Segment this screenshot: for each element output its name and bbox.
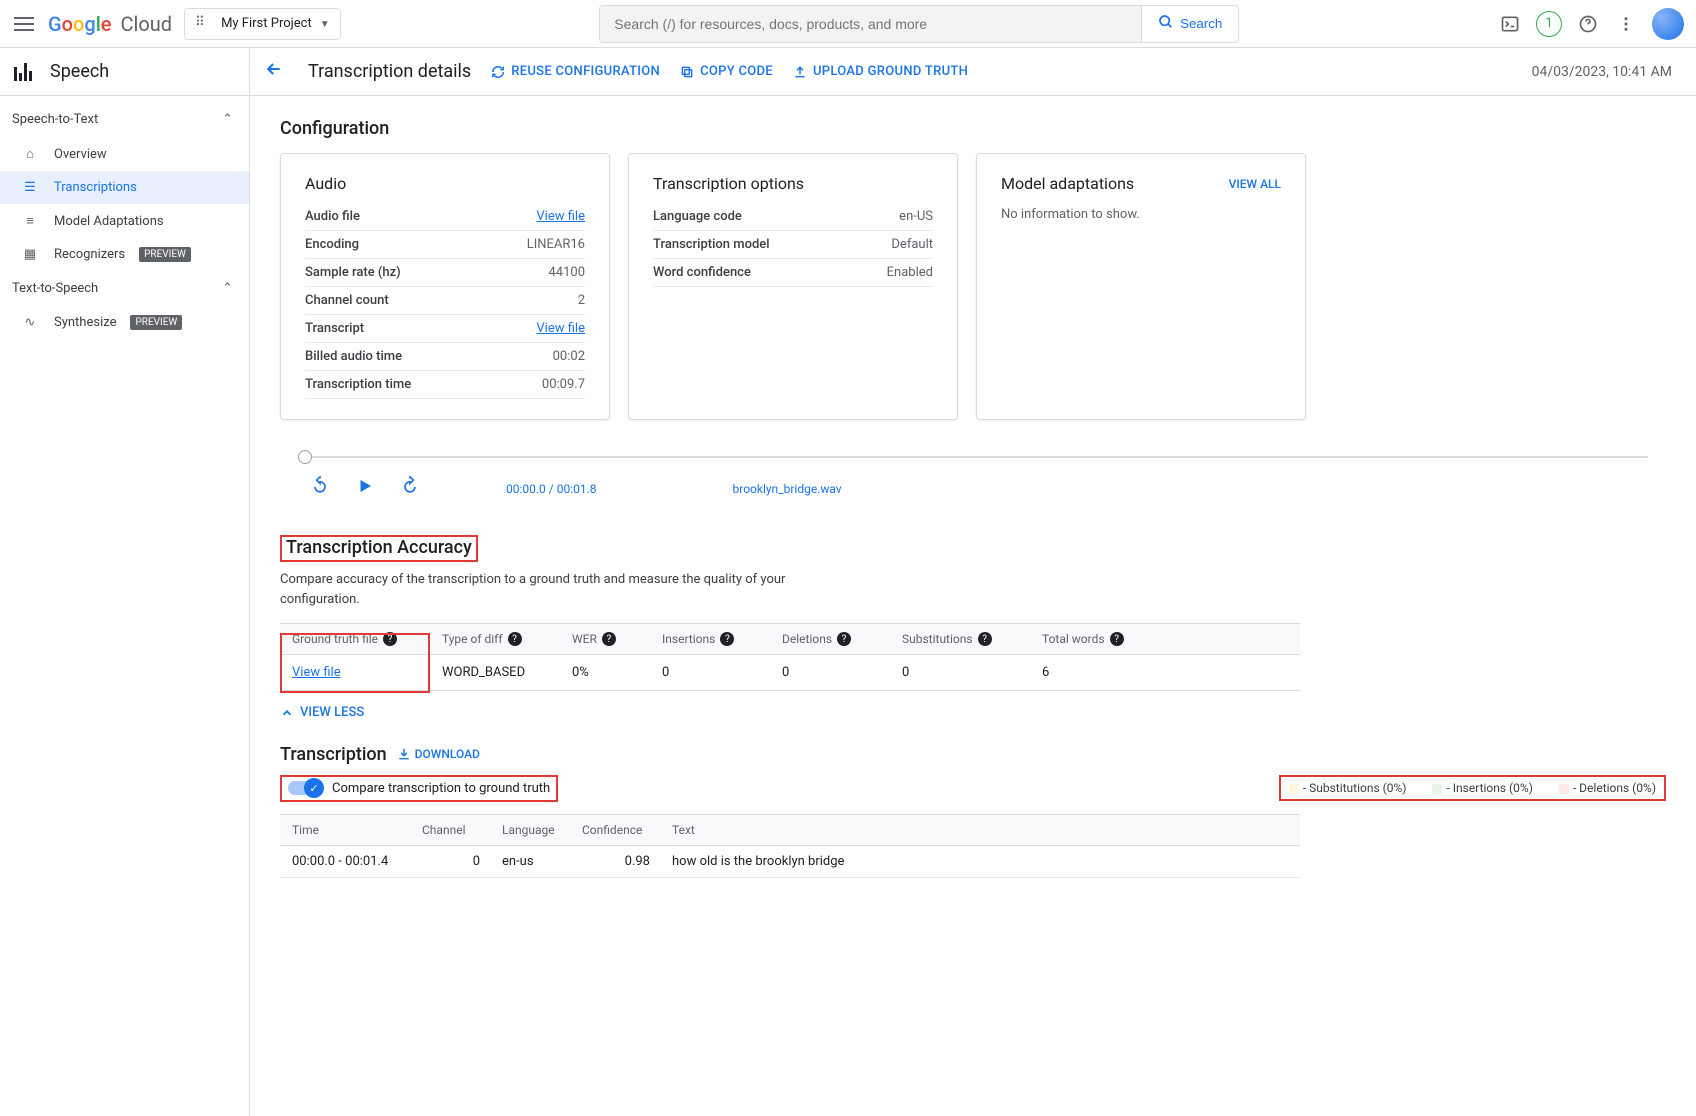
- total-words-value: 6: [1042, 665, 1152, 680]
- audio-filename: brooklyn_bridge.wav: [733, 482, 842, 496]
- home-icon: ⌂: [20, 146, 40, 162]
- search-input[interactable]: [600, 6, 1141, 42]
- product-title: Speech: [50, 61, 109, 82]
- upload-ground-truth-button[interactable]: UPLOAD GROUND TRUTH: [793, 64, 968, 79]
- model-adaptations-card: Model adaptations VIEW ALL No informatio…: [976, 153, 1306, 420]
- deletions-value: 0: [782, 665, 902, 680]
- transcription-heading: Transcription: [280, 744, 387, 765]
- wer-value: 0%: [572, 665, 662, 680]
- help-icon[interactable]: ?: [508, 632, 522, 646]
- search-bar: Search: [599, 5, 1239, 43]
- empty-state: No information to show.: [1001, 207, 1281, 222]
- audio-card: Audio Audio fileView file EncodingLINEAR…: [280, 153, 610, 420]
- insertions-value: 0: [662, 665, 782, 680]
- preview-badge: PREVIEW: [139, 247, 191, 262]
- main-content: Configuration Audio Audio fileView file …: [250, 96, 1696, 1116]
- nav-group-speech-to-text[interactable]: Speech-to-Text: [0, 102, 249, 137]
- search-icon: [1158, 14, 1174, 33]
- sidebar: Speech-to-Text ⌂ Overview ☰ Transcriptio…: [0, 96, 250, 1116]
- timestamp: 04/03/2023, 10:41 AM: [1532, 64, 1696, 80]
- download-button[interactable]: DOWNLOAD: [397, 747, 480, 761]
- accuracy-table: Ground truth file? Type of diff? WER? In…: [280, 623, 1300, 691]
- sidebar-item-overview[interactable]: ⌂ Overview: [0, 137, 249, 171]
- forward-button[interactable]: [400, 476, 420, 501]
- nav-group-text-to-speech[interactable]: Text-to-Speech: [0, 271, 249, 306]
- top-bar: Google Cloud My First Project Search 1: [0, 0, 1696, 48]
- wave-icon: ∿: [20, 315, 40, 330]
- project-name: My First Project: [221, 16, 312, 31]
- sidebar-item-recognizers[interactable]: ▦ Recognizers PREVIEW: [0, 238, 249, 271]
- highlight-box: Transcription Accuracy: [280, 535, 478, 562]
- scrubber-thumb[interactable]: [298, 450, 312, 464]
- chevron-up-icon: [222, 112, 233, 127]
- ground-truth-file-link[interactable]: View file: [292, 665, 341, 680]
- help-icon[interactable]: [1576, 12, 1600, 36]
- sidebar-item-model-adaptations[interactable]: ≡ Model Adaptations: [0, 204, 249, 238]
- legend-insertions: - Insertions (0%): [1432, 781, 1532, 795]
- transcription-options-card: Transcription options Language codeen-US…: [628, 153, 958, 420]
- project-picker[interactable]: My First Project: [184, 8, 341, 40]
- help-icon[interactable]: ?: [1110, 632, 1124, 646]
- help-icon[interactable]: ?: [837, 632, 851, 646]
- diff-type: WORD_BASED: [442, 665, 572, 680]
- transcriptions-icon: ☰: [20, 180, 40, 195]
- play-button[interactable]: [356, 477, 374, 500]
- search-button[interactable]: Search: [1141, 6, 1238, 42]
- menu-icon[interactable]: [12, 12, 36, 36]
- chevron-down-icon: [320, 16, 330, 31]
- project-icon: [195, 15, 213, 33]
- substitutions-value: 0: [902, 665, 1042, 680]
- sidebar-item-transcriptions[interactable]: ☰ Transcriptions: [0, 171, 249, 204]
- view-audio-file-link[interactable]: View file: [536, 209, 585, 224]
- view-transcript-link[interactable]: View file: [536, 321, 585, 336]
- view-all-link[interactable]: VIEW ALL: [1229, 177, 1281, 191]
- help-icon[interactable]: ?: [720, 632, 734, 646]
- legend-substitutions: - Substitutions (0%): [1289, 781, 1407, 795]
- avatar[interactable]: [1652, 8, 1684, 40]
- highlight-box: ✓ Compare transcription to ground truth: [280, 775, 558, 802]
- view-less-button[interactable]: VIEW LESS: [280, 705, 364, 720]
- page-header: Speech Transcription details REUSE CONFI…: [0, 48, 1696, 96]
- table-row: 00:00.0 - 00:01.4 0 en-us 0.98 how old i…: [280, 846, 1300, 878]
- configuration-heading: Configuration: [280, 118, 1666, 139]
- accuracy-description: Compare accuracy of the transcription to…: [280, 570, 800, 609]
- cloud-shell-icon[interactable]: [1498, 12, 1522, 36]
- transcription-table: Time Channel Language Confidence Text 00…: [280, 814, 1300, 878]
- reuse-config-button[interactable]: REUSE CONFIGURATION: [491, 64, 660, 79]
- tune-icon: ≡: [20, 213, 40, 229]
- back-button[interactable]: [264, 59, 288, 84]
- grid-icon: ▦: [20, 247, 40, 262]
- highlight-box: - Substitutions (0%) - Insertions (0%) -…: [1279, 775, 1666, 801]
- help-icon[interactable]: ?: [383, 632, 397, 646]
- audio-player: 00:00.0 / 00:01.8 brooklyn_bridge.wav: [280, 456, 1666, 501]
- more-icon[interactable]: [1614, 12, 1638, 36]
- legend-deletions: - Deletions (0%): [1559, 781, 1656, 795]
- playback-time: 00:00.0 / 00:01.8: [506, 482, 597, 496]
- preview-badge: PREVIEW: [130, 315, 182, 330]
- chevron-up-icon: [222, 281, 233, 296]
- page-title: Transcription details: [308, 61, 471, 82]
- speech-icon: [14, 63, 38, 81]
- sidebar-item-synthesize[interactable]: ∿ Synthesize PREVIEW: [0, 306, 249, 339]
- rewind-button[interactable]: [310, 476, 330, 501]
- compare-toggle[interactable]: ✓: [288, 781, 322, 795]
- notifications-badge[interactable]: 1: [1536, 11, 1562, 37]
- help-icon[interactable]: ?: [602, 632, 616, 646]
- compare-label: Compare transcription to ground truth: [332, 781, 550, 796]
- card-title: Model adaptations: [1001, 174, 1134, 193]
- copy-code-button[interactable]: COPY CODE: [680, 64, 773, 79]
- google-cloud-logo[interactable]: Google Cloud: [48, 12, 172, 36]
- accuracy-heading: Transcription Accuracy: [286, 537, 472, 558]
- help-icon[interactable]: ?: [978, 632, 992, 646]
- card-title: Audio: [305, 174, 585, 193]
- card-title: Transcription options: [653, 174, 933, 193]
- scrubber[interactable]: [298, 456, 1648, 458]
